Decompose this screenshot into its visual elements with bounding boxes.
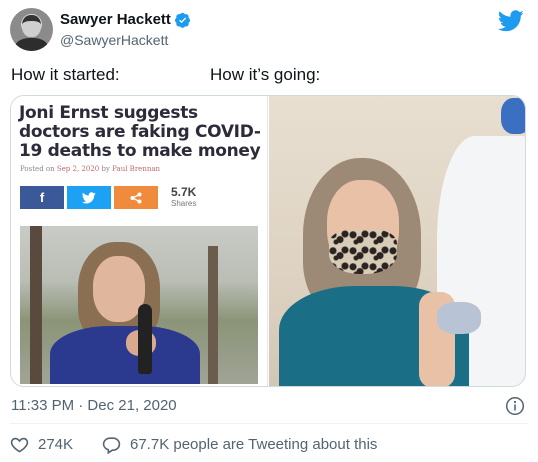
- author-name[interactable]: Sawyer Hackett: [60, 11, 171, 28]
- share-nodes-icon: [130, 192, 142, 203]
- verified-badge-icon: [174, 12, 190, 28]
- tweet-text-left: How it started:: [11, 65, 120, 84]
- media-left-image[interactable]: Joni Ernst suggests doctors are faking C…: [11, 96, 268, 386]
- article-share-row: f: [20, 186, 158, 209]
- tweet-footer: 274K 67.7K people are Tweeting about thi…: [10, 434, 530, 456]
- twitter-bird-icon: [82, 191, 96, 203]
- photo-leopard-mask: [329, 230, 397, 274]
- divider: [10, 423, 528, 424]
- shares-label: Shares: [171, 199, 197, 208]
- twitter-share-icon: [67, 186, 111, 209]
- posted-by: by: [101, 165, 110, 173]
- photo-tree-trunk: [30, 226, 42, 384]
- photo-blazer: [50, 326, 200, 384]
- tweet-header: Sawyer Hackett @SawyerHackett: [10, 6, 528, 54]
- author-name-row[interactable]: Sawyer Hackett: [60, 11, 191, 28]
- avatar-face: [22, 15, 41, 37]
- tweet-text-right: How it’s going:: [210, 65, 321, 84]
- twitter-logo-icon[interactable]: [498, 10, 524, 32]
- article-headline: Joni Ernst suggests doctors are faking C…: [19, 103, 261, 161]
- photo-nurse-cap: [501, 98, 525, 134]
- shares-counter: 5.7K Shares: [171, 186, 196, 210]
- author-handle[interactable]: @SawyerHackett: [60, 32, 168, 48]
- avatar[interactable]: [10, 8, 53, 51]
- media-right-image[interactable]: [269, 96, 525, 386]
- reply-bubble-icon[interactable]: [102, 435, 121, 454]
- tweet-timestamp[interactable]: 11:33 PM · Dec 21, 2020: [11, 397, 177, 414]
- like-count[interactable]: 274K: [38, 436, 73, 453]
- info-icon[interactable]: [505, 396, 525, 416]
- photo-microphone: [138, 304, 152, 374]
- photo-tree-trunk: [208, 246, 218, 384]
- photo-gloved-hand: [437, 302, 481, 334]
- facebook-share-icon: f: [20, 186, 64, 209]
- share-icon: [114, 186, 158, 209]
- tweet-text: How it started: How it’s going:: [11, 65, 531, 87]
- posted-prefix: Posted on: [20, 165, 55, 173]
- tweet-media[interactable]: Joni Ernst suggests doctors are faking C…: [10, 95, 526, 387]
- article-byline: Posted on Sep 2, 2020 by Paul Brennan: [20, 165, 160, 173]
- senator-speaking-photo: [20, 226, 258, 384]
- shares-count: 5.7K: [171, 185, 197, 199]
- posted-date: Sep 2, 2020: [56, 165, 100, 173]
- heart-icon[interactable]: [10, 435, 29, 454]
- avatar-body: [15, 38, 48, 51]
- tweeting-about-link[interactable]: 67.7K people are Tweeting about this: [130, 436, 377, 453]
- posted-author: Paul Brennan: [112, 165, 161, 173]
